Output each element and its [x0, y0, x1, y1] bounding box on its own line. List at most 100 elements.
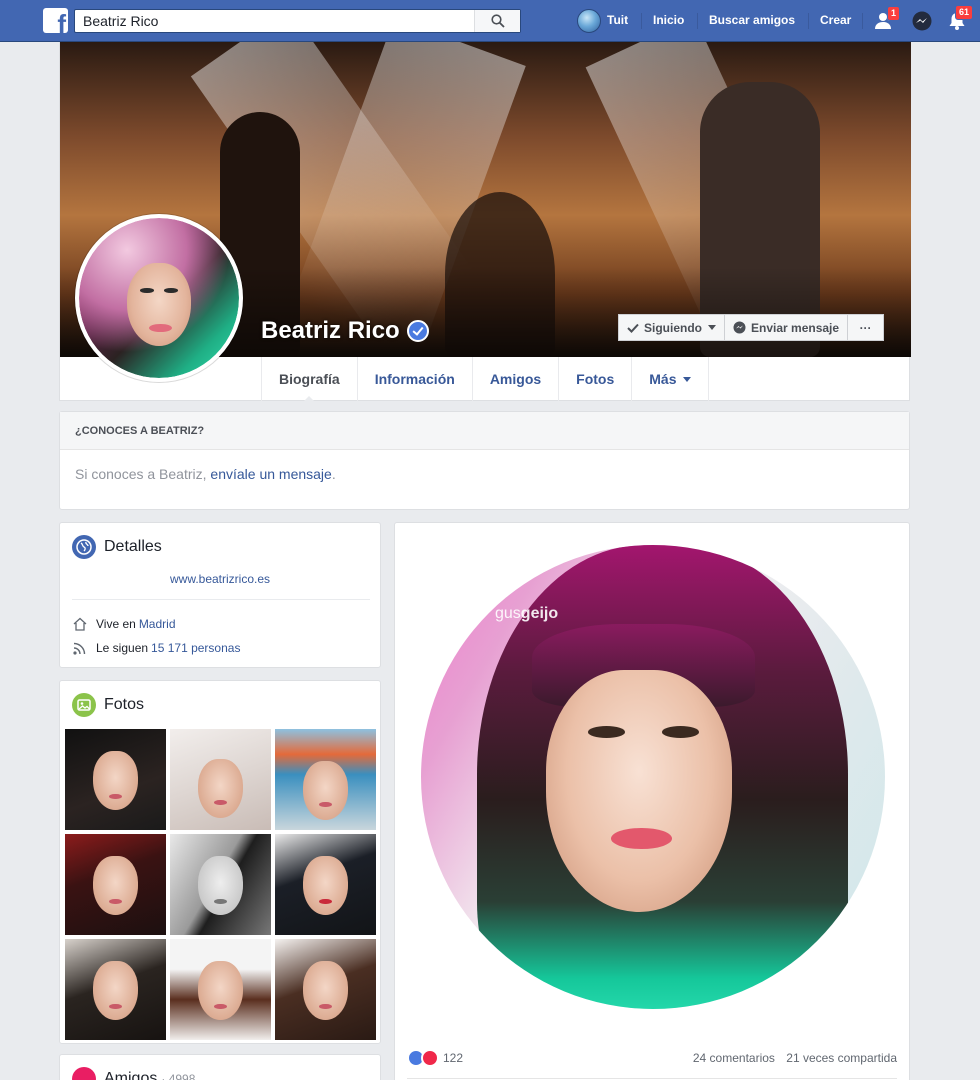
- profile-name[interactable]: Beatriz Rico: [261, 317, 400, 345]
- following-label: Siguiendo: [644, 320, 702, 335]
- tab-fotos[interactable]: Fotos: [558, 357, 631, 401]
- divider: [407, 1078, 897, 1079]
- photo-thumbnail[interactable]: [65, 939, 166, 1040]
- send-message-button[interactable]: Enviar mensaje: [725, 314, 849, 341]
- photographer-watermark: gusgeijo: [495, 605, 558, 623]
- tab-label: Información: [374, 371, 455, 387]
- photos-header: Fotos: [72, 693, 144, 717]
- tab-biografia[interactable]: Biografía: [261, 357, 357, 402]
- watermark-name: geijo: [520, 605, 559, 622]
- search-input[interactable]: [75, 10, 475, 32]
- friends-count: · 4998: [161, 1072, 196, 1080]
- friends-header: Amigos · 4998: [72, 1067, 195, 1080]
- avatar: [577, 9, 601, 33]
- photo-icon: [72, 693, 96, 717]
- tab-mas[interactable]: Más: [631, 357, 709, 401]
- post-image-eye: [662, 725, 700, 738]
- post-card: gusgeijo 122 24 comentarios 21 veces com…: [394, 522, 910, 1080]
- watermark-prefix: gus: [495, 605, 521, 622]
- love-reaction-icon[interactable]: [421, 1049, 439, 1067]
- know-box-title: ¿CONOCES A BEATRIZ?: [60, 412, 909, 450]
- followers-label: Le siguen: [96, 641, 149, 655]
- send-message-link[interactable]: envíale un mensaje: [210, 466, 331, 482]
- photo-thumbnail[interactable]: [65, 729, 166, 830]
- city-link[interactable]: Madrid: [139, 617, 176, 631]
- following-button[interactable]: Siguiendo: [618, 314, 725, 341]
- photo-thumbnail[interactable]: [170, 729, 271, 830]
- facebook-logo-icon[interactable]: f: [43, 8, 68, 33]
- post-image[interactable]: gusgeijo: [421, 545, 885, 1009]
- send-message-label: Enviar mensaje: [751, 320, 840, 335]
- check-icon: [627, 323, 639, 333]
- photos-card: Fotos: [59, 680, 381, 1044]
- tab-informacion[interactable]: Información: [356, 357, 472, 401]
- friend-requests-button[interactable]: 1: [874, 6, 901, 32]
- cover-actions: Siguiendo Enviar mensaje ···: [618, 314, 885, 341]
- know-person-box: ¿CONOCES A BEATRIZ? Si conoces a Beatriz…: [59, 411, 910, 510]
- chevron-down-icon: [708, 325, 716, 330]
- nav-find-friends-link[interactable]: Buscar amigos: [709, 13, 795, 27]
- friends-icon: [72, 1067, 96, 1080]
- friend-requests-badge: 1: [887, 6, 901, 21]
- home-icon: [73, 617, 87, 631]
- post-image-eye: [588, 725, 626, 738]
- verified-badge-icon: [406, 320, 429, 342]
- tab-label: Fotos: [576, 371, 615, 387]
- photo-thumbnail[interactable]: [170, 939, 271, 1040]
- photo-thumbnail[interactable]: [275, 834, 376, 935]
- nav-home-link[interactable]: Inicio: [653, 13, 684, 27]
- know-box-suffix: .: [331, 466, 336, 482]
- website-link[interactable]: www.beatrizrico.es: [60, 572, 380, 586]
- comments-count[interactable]: 24 comentarios: [693, 1051, 775, 1065]
- chevron-down-icon: [682, 376, 691, 382]
- messenger-button[interactable]: [911, 10, 933, 32]
- photo-thumbnail[interactable]: [65, 834, 166, 935]
- post-image-face: [546, 670, 732, 912]
- top-navigation-bar: f Tuit Inicio Buscar amigos Crear 1 61: [0, 0, 980, 42]
- tab-amigos[interactable]: Amigos: [471, 357, 558, 401]
- tab-label: Amigos: [489, 371, 542, 387]
- globe-icon: [72, 535, 96, 559]
- nav-create-link[interactable]: Crear: [820, 13, 851, 27]
- search-button[interactable]: [474, 10, 520, 32]
- followers-row: Le siguen 15 171 personas: [72, 640, 240, 656]
- nav-divider: [697, 13, 698, 29]
- messenger-icon: [912, 11, 932, 31]
- photos-title: Fotos: [104, 696, 145, 713]
- shares-count[interactable]: 21 veces compartida: [786, 1051, 897, 1065]
- nav-user-profile-link[interactable]: [577, 9, 607, 33]
- more-icon: ···: [859, 320, 872, 335]
- details-card: Detalles www.beatrizrico.es Vive en Madr…: [59, 522, 381, 668]
- messenger-icon: [733, 321, 746, 334]
- lives-in-row: Vive en Madrid: [72, 616, 176, 632]
- photo-thumbnail[interactable]: [275, 939, 376, 1040]
- rss-icon: [73, 642, 86, 655]
- photo-thumbnail[interactable]: [275, 729, 376, 830]
- nav-divider: [862, 13, 863, 29]
- profile-picture[interactable]: [75, 214, 243, 382]
- nav-divider: [641, 13, 642, 29]
- tab-label: Más: [649, 371, 677, 387]
- profile-header: Beatriz Rico Siguiendo Enviar mensaje ··…: [59, 42, 911, 402]
- tab-label: Biografía: [279, 371, 340, 387]
- know-box-prefix: Si conoces a Beatriz,: [75, 466, 211, 482]
- friends-title: Amigos: [104, 1070, 158, 1080]
- notifications-button[interactable]: 61: [946, 5, 974, 32]
- details-header: Detalles: [72, 535, 162, 559]
- portrait-lips: [149, 323, 172, 332]
- friends-card: Amigos · 4998: [59, 1054, 381, 1080]
- post-stats-right: 24 comentarios 21 veces compartida: [693, 1051, 897, 1065]
- profile-name-block: Beatriz Rico: [261, 317, 429, 345]
- search-box: [74, 9, 521, 33]
- nav-user-name[interactable]: Tuit: [607, 13, 628, 27]
- profile-portrait: [79, 218, 239, 378]
- know-box-text: Si conoces a Beatriz, envíale un mensaje…: [60, 450, 909, 498]
- photo-thumbnail[interactable]: [170, 834, 271, 935]
- portrait-face: [127, 262, 191, 346]
- more-options-button[interactable]: ···: [848, 314, 885, 341]
- lives-in-label: Vive en: [96, 617, 136, 631]
- followers-link[interactable]: 15 171 personas: [151, 641, 240, 655]
- reactions-count[interactable]: 122: [443, 1051, 463, 1065]
- photos-grid: [65, 729, 378, 1040]
- notifications-badge: 61: [955, 5, 974, 20]
